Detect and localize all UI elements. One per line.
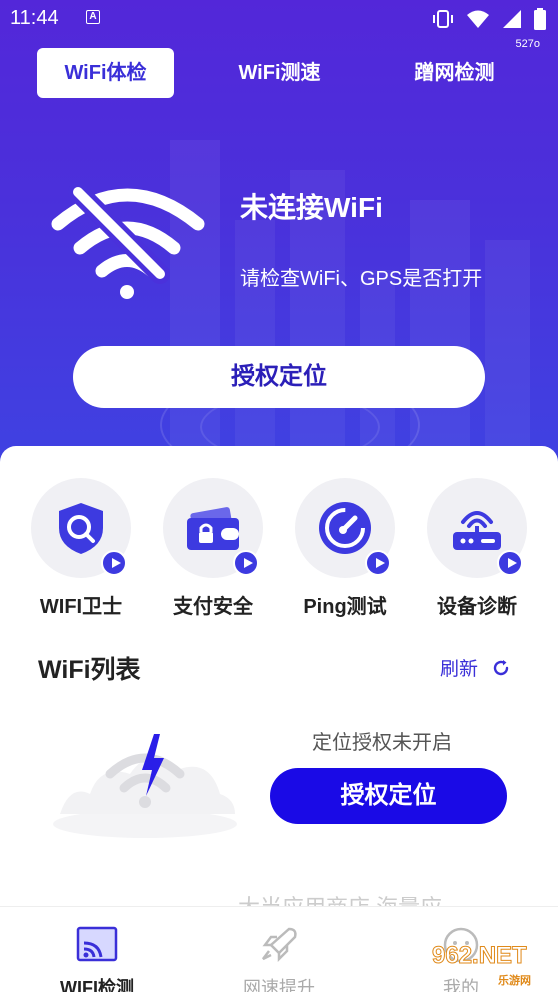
vibrate-icon (433, 10, 453, 28)
rocket-icon (262, 927, 297, 963)
tool-label: WIFI卫士 (39, 596, 123, 618)
play-icon (101, 550, 127, 576)
tool-label: Ping测试 (303, 596, 387, 618)
wifi-signal-icon (467, 10, 489, 28)
tool-icon-bg (295, 478, 395, 578)
tool-grid: WIFI卫士 支付安全 Ping测试 设备诊断 (0, 478, 558, 618)
tool-wifi-guard[interactable]: WIFI卫士 (16, 478, 146, 619)
play-icon (233, 550, 259, 576)
tool-icon-bg (163, 478, 263, 578)
wallet-lock-icon (187, 507, 239, 550)
hero-title: 未连接WiFi (240, 192, 383, 223)
nav-wifi-check[interactable]: WIFI检测 (22, 907, 172, 992)
refresh-label: 刷新 (440, 659, 479, 680)
wifi-list-title: WiFi列表 (38, 656, 141, 684)
nav-label: WIFI检测 (60, 978, 134, 992)
site-watermark: 962.NET 乐游网 (418, 938, 553, 988)
status-bar: 11:44 A 527o (0, 0, 558, 50)
tool-label: 设备诊断 (437, 596, 517, 618)
watermark-sub: 乐游网 (498, 975, 531, 987)
tool-ping-test[interactable]: Ping测试 (280, 478, 410, 619)
cast-wifi-icon (76, 926, 118, 962)
tool-device-diagnosis[interactable]: 设备诊断 (412, 478, 542, 619)
tool-label: 支付安全 (173, 596, 253, 618)
cell-signal-icon (503, 10, 521, 28)
tab-wifi-leech[interactable]: 蹭网检测 (392, 48, 517, 98)
hero-subtitle: 请检查WiFi、GPS是否打开 (240, 268, 483, 290)
refresh-button[interactable]: 刷新 (440, 654, 510, 681)
router-icon (453, 511, 501, 550)
wifi-off-icon (51, 182, 205, 299)
nav-label: 网速提升 (243, 978, 315, 992)
tab-wifi-check[interactable]: WiFi体检 (37, 48, 174, 98)
status-icons (432, 8, 546, 30)
nav-speed-boost[interactable]: 网速提升 (204, 907, 354, 992)
tab-wifi-speed[interactable]: WiFi测速 (217, 48, 342, 98)
gauge-icon (319, 502, 371, 554)
notification-a-icon: A (86, 10, 100, 24)
bg-building (485, 240, 530, 470)
play-icon (365, 550, 391, 576)
tool-icon-bg (31, 478, 131, 578)
no-wifi-illustration (53, 734, 237, 838)
top-tabs: WiFi体检 WiFi测速 蹭网检测 (37, 48, 537, 98)
watermark-text: 962.NET (432, 942, 528, 970)
location-disabled-text: 定位授权未开启 (312, 732, 452, 754)
shield-search-icon (59, 503, 103, 554)
play-icon (497, 550, 523, 576)
tool-payment-security[interactable]: 支付安全 (148, 478, 278, 619)
tool-icon-bg (427, 478, 527, 578)
battery-icon (534, 8, 546, 30)
hero-banner: 11:44 A 527o WiFi体检 WiFi测速 蹭网检测 未连接WiFi … (0, 0, 558, 470)
refresh-icon (493, 659, 509, 675)
status-time: 11:44 (10, 7, 59, 29)
authorize-location-button[interactable]: 授权定位 (73, 346, 485, 408)
authorize-location-button-2[interactable]: 授权定位 (270, 768, 507, 824)
